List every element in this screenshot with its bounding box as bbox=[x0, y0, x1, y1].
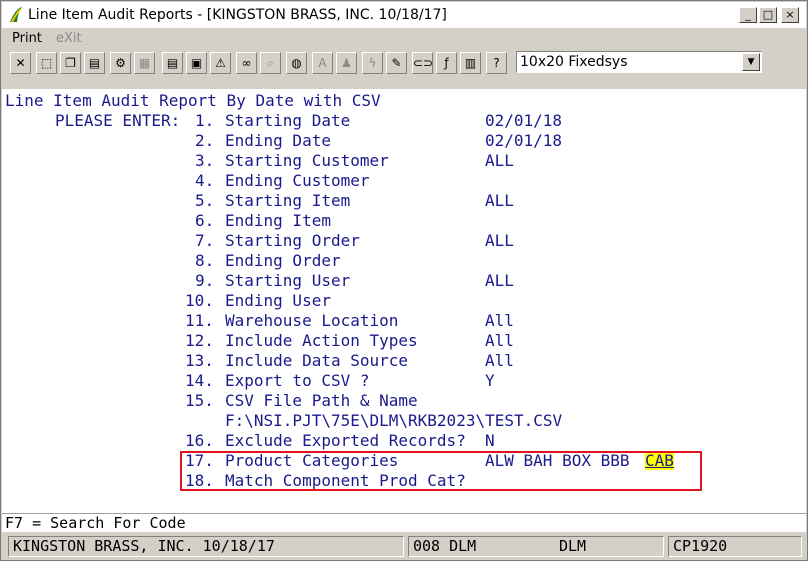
item-label[interactable]: Starting Item bbox=[225, 191, 350, 211]
item-number: 13. bbox=[185, 351, 214, 370]
item-label[interactable]: Starting Order bbox=[225, 231, 360, 251]
copy-icon[interactable]: ❐ bbox=[60, 52, 81, 74]
font-icon[interactable]: A bbox=[312, 52, 333, 74]
item-value[interactable]: 02/01/18 bbox=[485, 131, 562, 151]
close-button[interactable]: × bbox=[781, 7, 799, 23]
stamp-icon[interactable]: ♟ bbox=[336, 52, 357, 74]
item-value[interactable]: ALL bbox=[485, 231, 514, 251]
status-port: CP1920 bbox=[668, 536, 802, 557]
item-label[interactable]: Ending Date bbox=[225, 131, 331, 151]
search-icon[interactable]: ⌕ bbox=[260, 52, 281, 74]
app-icon bbox=[10, 7, 22, 23]
edit-icon[interactable]: ✎ bbox=[386, 52, 407, 74]
help-pointer-icon[interactable]: ? bbox=[486, 52, 507, 74]
status-user-text: DLM bbox=[559, 537, 587, 555]
item-label[interactable]: Export to CSV ? bbox=[225, 371, 370, 391]
item-value[interactable]: ALL bbox=[485, 271, 514, 291]
function-key-hint: F7 = Search For Code bbox=[2, 513, 806, 532]
terminal-screen: Line Item Audit Report By Date with CSV … bbox=[2, 89, 806, 513]
item-value[interactable]: All bbox=[485, 351, 514, 371]
item-number: 9. bbox=[195, 271, 215, 290]
item-value[interactable]: All bbox=[485, 311, 514, 331]
item-label[interactable]: Starting Date bbox=[225, 111, 350, 131]
item-number: 1. bbox=[195, 111, 215, 130]
item-number: 15. bbox=[185, 391, 214, 410]
lightning-icon[interactable]: ϟ bbox=[362, 52, 383, 74]
printer-icon[interactable]: ▣ bbox=[186, 52, 207, 74]
item-number: 2. bbox=[195, 131, 215, 150]
menu-exit[interactable]: eXit bbox=[56, 31, 82, 46]
item-value[interactable]: Y bbox=[485, 371, 495, 391]
font-select[interactable]: 10x20 Fixedsys ▼ bbox=[516, 51, 762, 73]
item-value[interactable]: N bbox=[485, 431, 495, 451]
csv-path-value[interactable]: F:\NSI.PJT\75E\DLM\RKB2023\TEST.CSV bbox=[225, 411, 562, 431]
item-number: 7. bbox=[195, 231, 215, 250]
item-value[interactable]: All bbox=[485, 331, 514, 351]
report-heading: Line Item Audit Report By Date with CSV bbox=[5, 91, 381, 110]
title-bar: Line Item Audit Reports - [KINGSTON BRAS… bbox=[2, 2, 806, 28]
item-label[interactable]: Ending Order bbox=[225, 251, 341, 271]
item-label[interactable]: Starting Customer bbox=[225, 151, 389, 171]
item-value[interactable]: 02/01/18 bbox=[485, 111, 562, 131]
item-label[interactable]: Ending User bbox=[225, 291, 331, 311]
item-number: 3. bbox=[195, 151, 215, 170]
item-label[interactable]: Starting User bbox=[225, 271, 350, 291]
minimize-button[interactable]: _ bbox=[739, 7, 757, 23]
item-number: 14. bbox=[185, 371, 214, 390]
item-label[interactable]: Ending Customer bbox=[225, 171, 370, 191]
status-user-code-text: 008 DLM bbox=[413, 537, 477, 555]
item-number: 6. bbox=[195, 211, 215, 230]
cut-icon[interactable]: ✕ bbox=[10, 52, 31, 74]
notes-icon[interactable]: ▤ bbox=[162, 52, 183, 74]
item-label[interactable]: Warehouse Location bbox=[225, 311, 398, 331]
prompt-label: PLEASE ENTER: bbox=[55, 111, 181, 130]
highlight-annotation-box bbox=[180, 451, 702, 491]
settings-icon[interactable]: ⚙ bbox=[110, 52, 131, 74]
status-bar: KINGSTON BRASS, INC. 10/18/17 008 DLM DLM… bbox=[2, 533, 806, 559]
app-window: Line Item Audit Reports - [KINGSTON BRAS… bbox=[0, 0, 808, 561]
select-icon[interactable]: ⬚ bbox=[36, 52, 57, 74]
maximize-button[interactable]: □ bbox=[759, 7, 777, 23]
menu-print[interactable]: Print bbox=[12, 31, 42, 46]
item-number: 16. bbox=[185, 431, 214, 450]
function-icon[interactable]: ƒ bbox=[436, 52, 457, 74]
status-company: KINGSTON BRASS, INC. 10/18/17 bbox=[8, 536, 404, 557]
item-number: 8. bbox=[195, 251, 215, 270]
item-label[interactable]: Include Data Source bbox=[225, 351, 408, 371]
properties-icon[interactable]: ▦ bbox=[134, 52, 155, 74]
item-number: 4. bbox=[195, 171, 215, 190]
binoculars-icon[interactable]: ∞ bbox=[236, 52, 257, 74]
link-icon[interactable]: ⊂⊃ bbox=[412, 52, 433, 74]
calculator-icon[interactable]: ▥ bbox=[460, 52, 481, 74]
status-user-code: 008 DLM DLM bbox=[408, 536, 664, 557]
item-number: 11. bbox=[185, 311, 214, 330]
item-number: 5. bbox=[195, 191, 215, 210]
font-select-value: 10x20 Fixedsys bbox=[520, 54, 628, 70]
paste-icon[interactable]: ▤ bbox=[84, 52, 105, 74]
item-number: 12. bbox=[185, 331, 214, 350]
chevron-down-icon[interactable]: ▼ bbox=[742, 53, 760, 71]
function-key-text: F7 = Search For Code bbox=[5, 514, 186, 532]
item-label[interactable]: Ending Item bbox=[225, 211, 331, 231]
window-title: Line Item Audit Reports - [KINGSTON BRAS… bbox=[28, 7, 447, 23]
item-value[interactable]: ALL bbox=[485, 191, 514, 211]
item-value[interactable]: ALL bbox=[485, 151, 514, 171]
item-number: 10. bbox=[185, 291, 214, 310]
item-label[interactable]: CSV File Path & Name bbox=[225, 391, 418, 411]
item-label[interactable]: Include Action Types bbox=[225, 331, 418, 351]
globe-icon[interactable]: ◍ bbox=[286, 52, 307, 74]
item-label[interactable]: Exclude Exported Records? bbox=[225, 431, 466, 451]
alert-icon[interactable]: ⚠ bbox=[210, 52, 231, 74]
menu-bar: Print eXit bbox=[2, 29, 806, 49]
